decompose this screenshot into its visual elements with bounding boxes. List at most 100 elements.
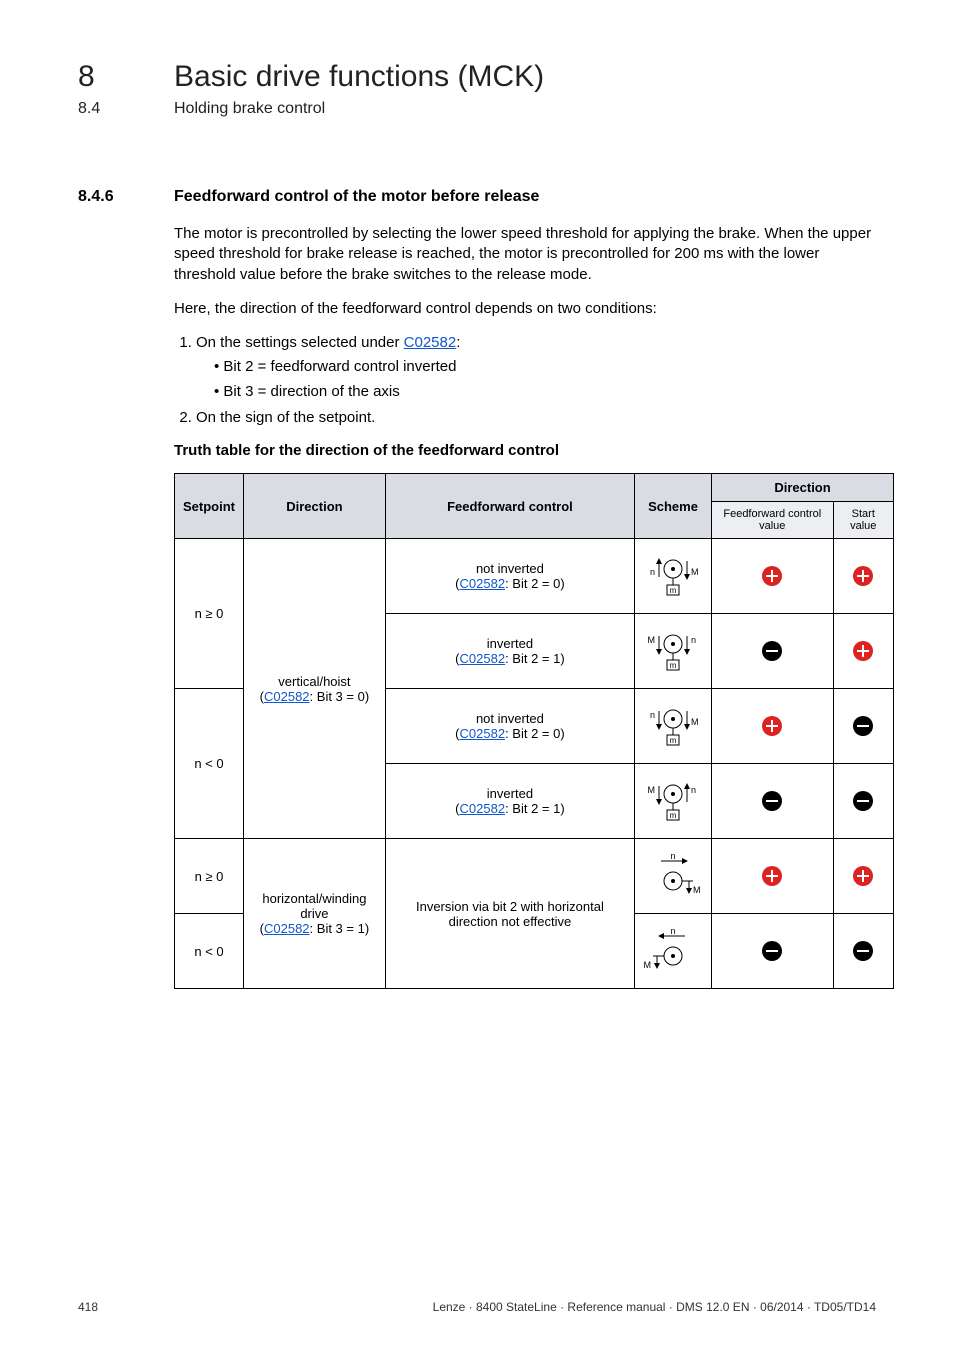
cell-ff-sign bbox=[712, 539, 833, 614]
scheme-icon: n M bbox=[643, 926, 703, 974]
footer-text: Lenze · 8400 StateLine · Reference manua… bbox=[433, 1300, 876, 1314]
th-sub-ff: Feedforward control value bbox=[712, 502, 833, 539]
chapter-header: 8 Basic drive functions (MCK) bbox=[78, 60, 876, 94]
chapter-title: Basic drive functions (MCK) bbox=[174, 60, 544, 94]
paragraph: The motor is precontrolled by selecting … bbox=[174, 224, 876, 285]
subchapter-number: 8.4 bbox=[78, 100, 174, 118]
code-link[interactable]: C02582 bbox=[460, 801, 506, 816]
minus-icon bbox=[762, 791, 782, 811]
minus-icon bbox=[853, 941, 873, 961]
th-ffcontrol: Feedforward control bbox=[385, 474, 634, 539]
cell-ffcontrol: not inverted (C02582: Bit 2 = 0) bbox=[385, 689, 634, 764]
cell-ff-sign bbox=[712, 839, 833, 914]
svg-text:M: M bbox=[648, 785, 656, 795]
plus-icon bbox=[762, 716, 782, 736]
code-link[interactable]: C02582 bbox=[264, 921, 310, 936]
svg-text:n: n bbox=[671, 851, 676, 861]
cell-scheme: m n M bbox=[635, 539, 712, 614]
list-text: On the settings selected under bbox=[196, 334, 404, 351]
table-row: n ≥ 0 horizontal/winding drive (C02582: … bbox=[175, 839, 894, 914]
svg-text:M: M bbox=[691, 567, 699, 577]
cell-text: not inverted bbox=[476, 561, 544, 576]
scheme-icon: n M bbox=[643, 851, 703, 899]
svg-text:M: M bbox=[648, 635, 656, 645]
cell-text: horizontal/winding drive bbox=[262, 891, 366, 921]
table-heading: Truth table for the direction of the fee… bbox=[174, 442, 876, 459]
page-number: 418 bbox=[78, 1300, 98, 1314]
truth-table: Setpoint Direction Feedforward control S… bbox=[174, 473, 894, 989]
minus-icon bbox=[762, 641, 782, 661]
cell-ffcontrol: inverted (C02582: Bit 2 = 1) bbox=[385, 614, 634, 689]
code-link[interactable]: C02582 bbox=[460, 651, 506, 666]
code-link[interactable]: C02582 bbox=[264, 689, 310, 704]
svg-text:n: n bbox=[671, 926, 676, 936]
cell-setpoint: n ≥ 0 bbox=[175, 839, 244, 914]
svg-text:M: M bbox=[644, 960, 652, 970]
plus-icon bbox=[853, 866, 873, 886]
svg-text:M: M bbox=[693, 885, 701, 895]
cell-start-sign bbox=[833, 839, 893, 914]
cell-text: : Bit 2 = 1) bbox=[505, 801, 565, 816]
plus-icon bbox=[853, 641, 873, 661]
cell-ff-sign bbox=[712, 914, 833, 989]
cell-text: inverted bbox=[487, 636, 533, 651]
sub-list: Bit 2 = feedforward control inverted Bit… bbox=[196, 357, 876, 402]
th-direction: Direction bbox=[244, 474, 386, 539]
section-header: 8.4.6 Feedforward control of the motor b… bbox=[78, 188, 876, 206]
minus-icon bbox=[762, 941, 782, 961]
cell-setpoint: n < 0 bbox=[175, 689, 244, 839]
paragraph: Here, the direction of the feedforward c… bbox=[174, 299, 876, 319]
cell-text: : Bit 3 = 1) bbox=[310, 921, 370, 936]
table-row: n ≥ 0 vertical/hoist (C02582: Bit 3 = 0)… bbox=[175, 539, 894, 614]
cell-ffcontrol: not inverted (C02582: Bit 2 = 0) bbox=[385, 539, 634, 614]
cell-start-sign bbox=[833, 689, 893, 764]
section-title: Feedforward control of the motor before … bbox=[174, 188, 539, 206]
cell-setpoint: n < 0 bbox=[175, 914, 244, 989]
cell-scheme: n M bbox=[635, 914, 712, 989]
cell-scheme: m M n bbox=[635, 764, 712, 839]
code-link[interactable]: C02582 bbox=[404, 334, 457, 351]
cell-start-sign bbox=[833, 914, 893, 989]
scheme-icon: m M n bbox=[643, 776, 703, 824]
svg-text:m: m bbox=[670, 811, 677, 820]
plus-icon bbox=[762, 866, 782, 886]
svg-text:m: m bbox=[670, 736, 677, 745]
scheme-icon: m n M bbox=[643, 701, 703, 749]
th-sub-start: Start value bbox=[833, 502, 893, 539]
ordered-list: On the settings selected under C02582: B… bbox=[174, 333, 876, 428]
cell-setpoint: n ≥ 0 bbox=[175, 539, 244, 689]
svg-text:n: n bbox=[650, 567, 655, 577]
cell-text: vertical/hoist bbox=[278, 674, 350, 689]
th-scheme: Scheme bbox=[635, 474, 712, 539]
cell-text: : Bit 2 = 0) bbox=[505, 576, 565, 591]
code-link[interactable]: C02582 bbox=[460, 726, 506, 741]
cell-text: : Bit 2 = 1) bbox=[505, 651, 565, 666]
subchapter-title: Holding brake control bbox=[174, 100, 325, 118]
cell-scheme: m n M bbox=[635, 689, 712, 764]
svg-text:M: M bbox=[691, 717, 699, 727]
cell-text: not inverted bbox=[476, 711, 544, 726]
cell-direction: vertical/hoist (C02582: Bit 3 = 0) bbox=[244, 539, 386, 839]
body-text: The motor is precontrolled by selecting … bbox=[174, 224, 876, 428]
minus-icon bbox=[853, 791, 873, 811]
cell-start-sign bbox=[833, 614, 893, 689]
list-item: Bit 3 = direction of the axis bbox=[214, 382, 876, 402]
list-text: : bbox=[456, 334, 460, 351]
subchapter-header: 8.4 Holding brake control bbox=[78, 100, 876, 118]
cell-direction: horizontal/winding drive (C02582: Bit 3 … bbox=[244, 839, 386, 989]
svg-text:n: n bbox=[691, 785, 696, 795]
cell-scheme: n M bbox=[635, 839, 712, 914]
cell-text: : Bit 3 = 0) bbox=[310, 689, 370, 704]
svg-text:m: m bbox=[670, 586, 677, 595]
cell-start-sign bbox=[833, 539, 893, 614]
cell-start-sign bbox=[833, 764, 893, 839]
th-setpoint: Setpoint bbox=[175, 474, 244, 539]
code-link[interactable]: C02582 bbox=[460, 576, 506, 591]
list-item: On the settings selected under C02582: B… bbox=[196, 333, 876, 402]
cell-ff-sign bbox=[712, 764, 833, 839]
cell-text: : Bit 2 = 0) bbox=[505, 726, 565, 741]
th-direction2: Direction bbox=[712, 474, 894, 502]
cell-scheme: m M n bbox=[635, 614, 712, 689]
cell-ffcontrol: Inversion via bit 2 with horizontal dire… bbox=[385, 839, 634, 989]
cell-ff-sign bbox=[712, 614, 833, 689]
